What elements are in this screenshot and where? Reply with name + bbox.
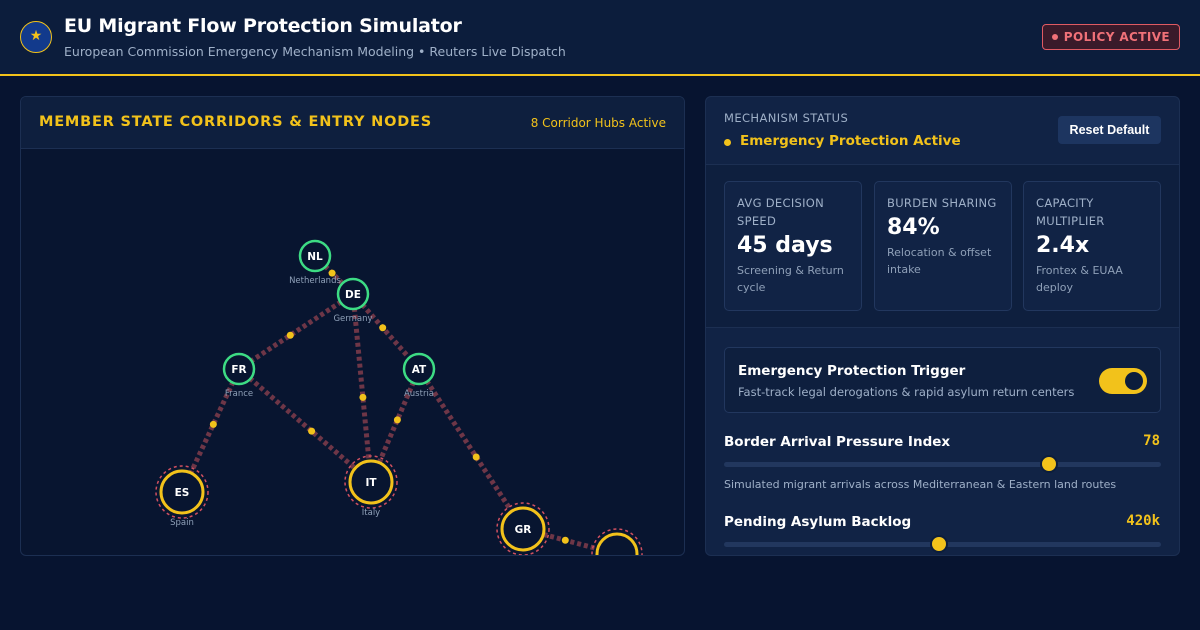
node-code-label: IT	[365, 477, 377, 489]
trigger-title: Emergency Protection Trigger	[738, 363, 966, 379]
arrival-pressure-label: Border Arrival Pressure Index	[724, 434, 951, 450]
node-code-label: AT	[412, 364, 427, 376]
flow-particle	[472, 453, 480, 461]
stat-value: 45 days	[737, 233, 833, 258]
hub-count-label: 8 Corridor Hubs Active	[530, 116, 666, 130]
app-subtitle: European Commission Emergency Mechanism …	[64, 44, 566, 59]
stat-caption: Relocation & offset intake	[887, 246, 992, 276]
mechanism-panel: MECHANISM STATUS Emergency Protection Ac…	[705, 96, 1180, 556]
stat-label: AVG DECISION SPEED	[737, 196, 825, 228]
arrival-pressure-slider[interactable]	[724, 455, 1161, 473]
node-code-label: FR	[231, 364, 246, 376]
node-country-label: France	[225, 389, 253, 399]
policy-status-badge: POLICY ACTIVE	[1041, 24, 1180, 50]
hub-node	[595, 532, 639, 555]
stat-value: 84%	[887, 215, 940, 240]
stats-row: AVG DECISION SPEED 45 days Screening & R…	[706, 164, 1179, 328]
slider-thumb[interactable]	[1040, 455, 1059, 473]
node-code-label: DE	[345, 289, 361, 301]
stat-value: 2.4x	[1036, 233, 1090, 258]
stat-label: BURDEN SHARING	[887, 196, 997, 210]
node-country-label: Austria	[404, 389, 434, 399]
app-title: EU Migrant Flow Protection Simulator	[64, 15, 462, 37]
asylum-backlog-label: Pending Asylum Backlog	[724, 514, 912, 530]
arrival-pressure-value: 78	[1143, 433, 1160, 449]
corridor-line	[237, 291, 355, 372]
emergency-trigger-toggle[interactable]	[1099, 368, 1147, 394]
node-code-label: ES	[175, 487, 190, 499]
corridor-line	[416, 367, 526, 531]
emergency-trigger-card: Emergency Protection Trigger Fast-track …	[724, 347, 1161, 413]
trigger-description: Fast-track legal derogations & rapid asy…	[738, 385, 1075, 399]
flow-particle	[393, 416, 401, 424]
policy-badge-label: POLICY ACTIVE	[1063, 30, 1170, 44]
stat-label: CAPACITY MULTIPLIER	[1036, 196, 1105, 228]
corridor-network-map[interactable]: NL Netherlands DE Germany FR France AT Austria E…	[21, 149, 685, 556]
status-dot-icon	[1051, 34, 1058, 40]
map-title: MEMBER STATE CORRIDORS & ENTRY NODES	[39, 114, 432, 130]
stat-caption: Frontex & EUAA deploy	[1036, 264, 1123, 294]
corridor-line	[237, 367, 373, 484]
asylum-backlog-value: 420k	[1126, 513, 1160, 529]
active-dot-icon	[724, 139, 731, 146]
flow-particle	[308, 427, 316, 435]
arrival-pressure-help: Simulated migrant arrivals across Medite…	[724, 478, 1117, 491]
stat-card-burden-sharing: BURDEN SHARING 84% Relocation & offset i…	[874, 181, 1012, 311]
map-panel-header: MEMBER STATE CORRIDORS & ENTRY NODES 8 C…	[21, 97, 684, 149]
stat-card-capacity-multiplier: CAPACITY MULTIPLIER 2.4x Frontex & EUAA …	[1023, 181, 1161, 311]
flow-particle	[561, 536, 569, 544]
node-code-label: GR	[515, 524, 532, 536]
node-code-label: NL	[307, 251, 323, 263]
stat-caption: Screening & Return cycle	[737, 264, 844, 294]
eu-star-logo-icon: ★	[20, 21, 52, 53]
slider-thumb[interactable]	[930, 535, 948, 553]
flow-particle	[209, 420, 217, 428]
reset-default-button[interactable]: Reset Default	[1058, 116, 1161, 144]
node-country-label: Greece	[508, 555, 538, 556]
toggle-knob	[1125, 372, 1143, 390]
node-country-label: Germany	[333, 314, 372, 324]
asylum-backlog-slider[interactable]	[724, 535, 1161, 553]
corridor-map-panel: MEMBER STATE CORRIDORS & ENTRY NODES 8 C…	[20, 96, 685, 556]
node-country-label: Netherlands	[289, 276, 341, 286]
flow-particle	[359, 393, 367, 401]
mechanism-status-label: MECHANISM STATUS	[724, 111, 849, 125]
mechanism-status-value: Emergency Protection Active	[724, 133, 961, 149]
stat-card-decision-speed: AVG DECISION SPEED 45 days Screening & R…	[724, 181, 862, 311]
app-header: ★ EU Migrant Flow Protection Simulator E…	[0, 0, 1200, 76]
flow-particle	[286, 331, 294, 339]
flow-particle	[379, 324, 387, 332]
mechanism-status-text: Emergency Protection Active	[740, 133, 961, 149]
node-country-label: Spain	[170, 518, 194, 528]
node-country-label: Italy	[362, 508, 380, 518]
